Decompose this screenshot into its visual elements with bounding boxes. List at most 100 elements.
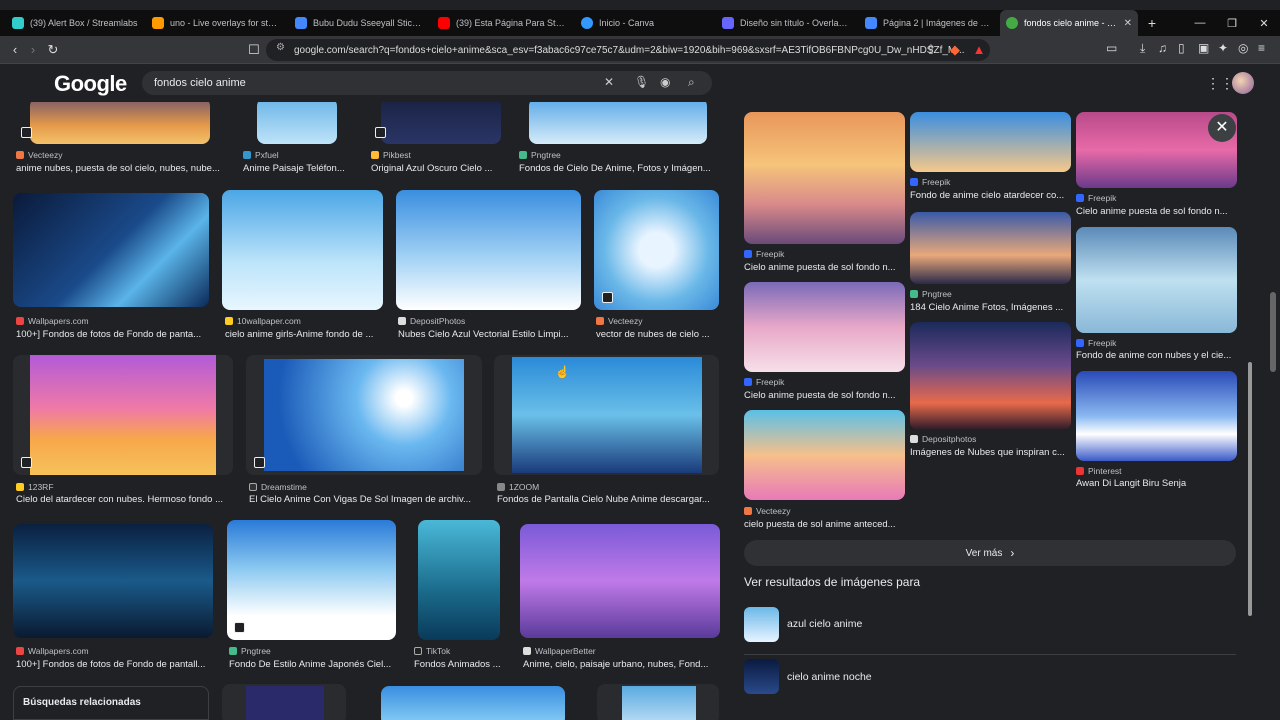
lens-icon[interactable]: ◉ — [660, 75, 670, 89]
close-window-button[interactable]: ✕ — [1248, 17, 1280, 30]
panel-scrollbar[interactable] — [1244, 106, 1254, 696]
close-panel-button[interactable]: ✕ — [1208, 114, 1236, 142]
result-image[interactable] — [222, 190, 383, 310]
result-image[interactable] — [594, 190, 719, 310]
result-title[interactable]: Anime Paisaje Teléfon... — [243, 163, 353, 174]
tab-diseno[interactable]: Diseño sin título - Overlay para — [716, 10, 856, 36]
tab-google-search[interactable]: fondos cielo anime - Busc ✕ — [1000, 10, 1138, 36]
download-icon[interactable]: ⤓ — [1140, 41, 1145, 56]
brave-rewards-icon[interactable]: ▲ — [970, 41, 988, 59]
search-box[interactable]: fondos cielo anime ✕ 🎙 ◉ ⌕ — [142, 71, 712, 95]
related-image[interactable] — [910, 322, 1071, 430]
mic-icon[interactable]: 🎙 — [634, 75, 649, 89]
related-result-row[interactable]: azul cielo anime — [744, 602, 1236, 646]
result-image[interactable] — [396, 190, 581, 310]
result-image[interactable] — [30, 355, 216, 475]
site-info-icon[interactable]: ⚙ — [276, 42, 285, 53]
related-title[interactable]: Awan Di Langit Biru Senja — [1076, 478, 1236, 489]
brave-shield-icon[interactable]: ◆ — [946, 41, 964, 59]
result-image[interactable] — [246, 686, 324, 720]
ver-mas-button[interactable]: Ver más › — [744, 540, 1236, 566]
close-icon[interactable]: ✕ — [1124, 18, 1132, 29]
tab-bubu-dudu[interactable]: Bubu Dudu Sseeyall Sticker - B — [289, 10, 429, 36]
maximize-button[interactable]: ❐ — [1216, 17, 1248, 30]
related-result-label: cielo anime noche — [787, 670, 872, 683]
result-title[interactable]: Fondo De Estilo Anime Japonés Ciel... — [229, 659, 399, 670]
result-image[interactable] — [520, 524, 720, 638]
related-title[interactable]: Imágenes de Nubes que inspiran c... — [910, 447, 1070, 458]
new-tab-button[interactable]: + — [1144, 10, 1160, 36]
source-favicon — [229, 647, 237, 655]
related-image[interactable] — [744, 112, 905, 244]
scroll-thumb[interactable] — [1248, 362, 1252, 616]
result-image[interactable] — [622, 686, 696, 720]
result-image[interactable] — [381, 686, 565, 720]
google-logo[interactable]: Google — [54, 71, 127, 97]
related-title[interactable]: Cielo anime puesta de sol fondo n... — [1076, 206, 1236, 217]
result-image[interactable] — [381, 102, 501, 144]
result-image[interactable] — [264, 359, 464, 471]
bookmark-icon[interactable]: ☐ — [245, 41, 263, 59]
reload-icon[interactable]: ↻ — [44, 41, 62, 59]
tab-pagina-2[interactable]: Página 2 | Imágenes de Fondo — [859, 10, 999, 36]
avatar[interactable] — [1232, 72, 1254, 94]
back-icon[interactable]: ‹ — [6, 41, 24, 59]
result-image[interactable] — [227, 520, 396, 640]
related-title[interactable]: Cielo anime puesta de sol fondo n... — [744, 262, 904, 273]
ai-icon[interactable]: ✦ — [1218, 41, 1228, 55]
result-title[interactable]: Fondos de Pantalla Cielo Nube Anime desc… — [497, 494, 722, 505]
related-result-row[interactable]: cielo anime noche — [744, 654, 1236, 698]
result-title[interactable]: Fondos Animados ... — [414, 659, 514, 670]
related-image[interactable] — [744, 410, 905, 500]
cast-icon[interactable]: ▭ — [1106, 41, 1117, 55]
related-image[interactable] — [1076, 371, 1237, 461]
result-title[interactable]: 100+] Fondos de fotos de Fondo de pantal… — [16, 659, 216, 670]
related-image[interactable] — [910, 112, 1071, 172]
related-image[interactable] — [744, 282, 905, 372]
media-icon[interactable]: ♫ — [1158, 41, 1167, 55]
forward-icon[interactable]: › — [24, 41, 42, 59]
result-title[interactable]: Fondos de Cielo De Anime, Fotos y Imágen… — [519, 163, 719, 174]
source-favicon — [523, 647, 531, 655]
related-title[interactable]: 184 Cielo Anime Fotos, Imágenes ... — [910, 302, 1070, 313]
result-image[interactable] — [418, 520, 500, 640]
sidebar-icon[interactable]: ▯ — [1178, 41, 1185, 55]
result-title[interactable]: Nubes Cielo Azul Vectorial Estilo Limpi.… — [398, 329, 583, 340]
result-title[interactable]: Anime, cielo, paisaje urbano, nubes, Fon… — [523, 659, 723, 670]
minimize-button[interactable]: — — [1184, 17, 1216, 29]
menu-icon[interactable]: ≡ — [1258, 41, 1265, 55]
result-image[interactable] — [529, 102, 707, 144]
tab-uno[interactable]: uno - Live overlays for streami — [146, 10, 286, 36]
tab-alert-box[interactable]: (39) Alert Box / Streamlabs — [6, 10, 146, 36]
result-title[interactable]: cielo anime girls-Anime fondo de ... — [225, 329, 385, 340]
address-bar[interactable]: ⚙ google.com/search?q=fondos+cielo+anime… — [266, 39, 990, 61]
result-image[interactable] — [30, 102, 210, 144]
result-title[interactable]: anime nubes, puesta de sol cielo, nubes,… — [16, 163, 226, 174]
related-image[interactable] — [910, 212, 1071, 284]
search-icon[interactable]: ⌕ — [688, 75, 695, 90]
wallet-icon[interactable]: ▣ — [1198, 41, 1209, 55]
related-image[interactable] — [1076, 227, 1237, 333]
result-title[interactable]: El Cielo Anime Con Vigas De Sol Imagen d… — [249, 494, 485, 505]
related-title[interactable]: Fondo de anime cielo atardecer co... — [910, 190, 1070, 201]
tab-canva[interactable]: Inicio - Canva — [575, 10, 715, 36]
source-label: Wallpapers.com — [16, 316, 89, 326]
result-image[interactable] — [512, 357, 702, 473]
tab-youtube[interactable]: (39) Esta Página Para Streamer — [432, 10, 572, 36]
result-image[interactable] — [13, 524, 213, 638]
result-title[interactable]: Cielo del atardecer con nubes. Hermoso f… — [16, 494, 236, 505]
result-image[interactable] — [257, 102, 337, 144]
related-title[interactable]: cielo puesta de sol anime anteced... — [744, 519, 904, 530]
result-title[interactable]: 100+] Fondos de fotos de Fondo de panta.… — [16, 329, 216, 340]
result-image[interactable] — [13, 193, 209, 307]
page-scrollbar[interactable] — [1270, 292, 1276, 372]
source-favicon — [497, 483, 505, 491]
result-title[interactable]: Original Azul Oscuro Cielo ... — [371, 163, 501, 174]
related-title[interactable]: Cielo anime puesta de sol fondo n... — [744, 390, 904, 401]
vpn-icon[interactable]: ◎ — [1238, 41, 1248, 55]
apps-grid-icon[interactable]: ⋮⋮ — [1206, 75, 1234, 92]
share-icon[interactable]: ⇪ — [922, 41, 940, 59]
clear-icon[interactable]: ✕ — [604, 75, 614, 89]
related-title[interactable]: Fondo de anime con nubes y el cie... — [1076, 350, 1236, 361]
result-title[interactable]: vector de nubes de cielo ... — [596, 329, 721, 340]
